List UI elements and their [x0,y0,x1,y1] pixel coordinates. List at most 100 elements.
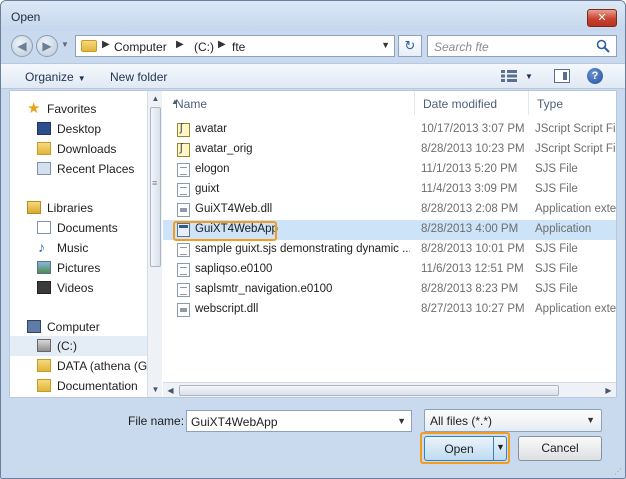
file-name: GuiXT4Web.dll [195,203,273,215]
open-dialog: Open ✕ ◀ ▶ ▼ ▶ Computer ▶ (C:) ▶ fte ▼ ↻… [0,0,626,479]
sidebar-item-recent-places[interactable]: Recent Places [10,159,148,179]
column-header-date[interactable]: Date modified [415,91,529,115]
jscript-file-icon [177,122,190,137]
chevron-down-icon[interactable]: ▼ [381,40,390,50]
organize-menu[interactable]: Organize ▼ [25,70,86,84]
file-name: avatar [195,123,227,135]
views-dropdown[interactable]: ▼ [525,72,533,81]
address-bar[interactable]: ▶ Computer ▶ (C:) ▶ fte ▼ [75,35,395,57]
sidebar-item-drive-c[interactable]: (C:) [10,336,148,356]
file-list-horizontal-scrollbar[interactable]: ◀ ▶ [163,382,616,397]
chevron-down-icon[interactable]: ▼ [586,415,595,425]
dialog-footer: File name: GuiXT4WebApp ▼ All files (*.*… [1,399,625,478]
scroll-left-icon[interactable]: ◀ [163,383,178,398]
file-type-filter[interactable]: All files (*.*) ▼ [424,409,602,432]
sjs-file-icon [177,183,190,197]
file-row[interactable]: sample guixt.sjs demonstrating dynamic .… [163,240,616,260]
column-header-type[interactable]: Type [529,91,616,115]
file-type: SJS File [535,183,578,195]
file-row[interactable]: sapliqso.e0100 11/6/2013 12:51 PM SJS Fi… [163,260,616,280]
open-button-highlight [420,432,510,464]
scroll-up-icon[interactable]: ▲ [148,91,163,106]
file-date: 8/27/2013 10:27 PM [421,303,525,315]
help-icon[interactable]: ? [587,68,603,84]
desktop-icon [37,122,51,135]
scrollbar-thumb[interactable] [179,385,559,396]
scrollbar-thumb[interactable] [150,107,161,267]
sidebar-item-favorites[interactable]: ★ Favorites [10,99,148,119]
file-row[interactable]: avatar 10/17/2013 3:07 PM JScript Script… [163,120,616,140]
downloads-folder-icon [37,142,51,155]
file-row[interactable]: elogon 11/1/2013 5:20 PM SJS File [163,160,616,180]
change-view-icon[interactable] [501,70,517,82]
sidebar-item-desktop[interactable]: Desktop [10,119,148,139]
file-row-selected[interactable]: GuiXT4WebApp 8/28/2013 4:00 PM Applicati… [163,220,616,241]
file-row[interactable]: avatar_orig 8/28/2013 10:23 PM JScript S… [163,140,616,160]
breadcrumb-separator[interactable]: ▶ [102,39,110,50]
column-header-label: Type [537,97,564,111]
folder-icon [81,40,97,52]
new-folder-button[interactable]: New folder [110,70,167,84]
sidebar-item-data-athena[interactable]: DATA (athena (G [10,356,148,376]
dialog-title: Open [11,10,41,24]
sidebar-item-label: Computer [47,320,100,334]
breadcrumb-separator[interactable]: ▶ [218,39,226,50]
column-header-label: Name [175,97,208,111]
breadcrumb-drive[interactable]: (C:) [194,40,214,54]
recent-places-icon [37,162,51,175]
preview-pane-icon[interactable] [554,69,570,83]
refresh-button[interactable]: ↻ [398,35,422,57]
command-bar: Organize ▼ New folder ▼ ? [1,63,625,89]
sidebar-item-label: Downloads [57,142,117,156]
search-box[interactable]: Search fte [427,35,617,57]
chevron-down-icon[interactable]: ▼ [397,416,406,426]
file-name: elogon [195,163,230,175]
file-date: 11/1/2013 5:20 PM [421,163,518,175]
file-date: 8/28/2013 2:08 PM [421,203,519,215]
file-row[interactable]: GuiXT4Web.dll 8/28/2013 2:08 PM Applicat… [163,200,616,220]
breadcrumb-separator[interactable]: ▶ [176,39,184,50]
music-icon: ♪ [38,239,45,255]
sidebar-item-downloads[interactable]: Downloads [10,139,148,159]
file-name-value[interactable]: GuiXT4WebApp [191,415,278,429]
breadcrumb-fte[interactable]: fte [232,40,245,54]
sidebar-item-computer[interactable]: Computer [10,317,148,337]
sidebar-item-label: Favorites [47,102,97,116]
cancel-button[interactable]: Cancel [518,436,602,461]
dll-file-icon [177,203,190,217]
sidebar-item-libraries[interactable]: Libraries [10,198,148,218]
sidebar-item-videos[interactable]: Videos [10,278,148,298]
scroll-down-icon[interactable]: ▼ [148,382,163,397]
scroll-right-icon[interactable]: ▶ [601,383,616,398]
file-row[interactable]: guixt 11/4/2013 3:09 PM SJS File [163,180,616,200]
file-name: sample guixt.sjs demonstrating dynamic .… [195,243,410,255]
breadcrumb-computer[interactable]: Computer [114,40,167,54]
sidebar-item-documents[interactable]: Documents [10,218,148,238]
resize-grip-icon[interactable]: ⋰ [614,467,622,476]
file-row[interactable]: saplsmtr_navigation.e0100 8/28/2013 8:23… [163,280,616,300]
search-icon[interactable] [596,39,610,53]
navigation-pane-scrollbar[interactable]: ▲ ▼ [147,91,162,397]
sidebar-item-pictures[interactable]: Pictures [10,258,148,278]
file-date: 11/6/2013 12:51 PM [421,263,524,275]
jscript-file-icon [177,142,190,157]
file-list: Name ▲ Date modified Type avatar 10/17/2… [163,91,616,397]
recent-locations-dropdown[interactable]: ▼ [61,40,69,49]
file-date: 8/28/2013 10:23 PM [421,143,525,155]
videos-icon [37,281,51,294]
title-bar[interactable]: Open ✕ [1,1,625,31]
search-input[interactable]: Search fte [434,40,489,54]
sidebar-item-documentation[interactable]: Documentation [10,376,148,396]
file-date: 11/4/2013 3:09 PM [421,183,518,195]
file-row[interactable]: webscript.dll 8/27/2013 10:27 PM Applica… [163,300,616,320]
sidebar-item-music[interactable]: ♪ Music [10,238,148,258]
sjs-file-icon [177,263,190,277]
back-button[interactable]: ◀ [11,35,33,57]
close-button[interactable]: ✕ [587,9,617,27]
column-header-name[interactable]: Name ▲ [163,91,415,115]
organize-label: Organize [25,70,74,84]
forward-button[interactable]: ▶ [36,35,58,57]
file-name-field[interactable]: GuiXT4WebApp ▼ [186,410,412,432]
column-header-label: Date modified [423,97,498,111]
file-type: SJS File [535,283,578,295]
